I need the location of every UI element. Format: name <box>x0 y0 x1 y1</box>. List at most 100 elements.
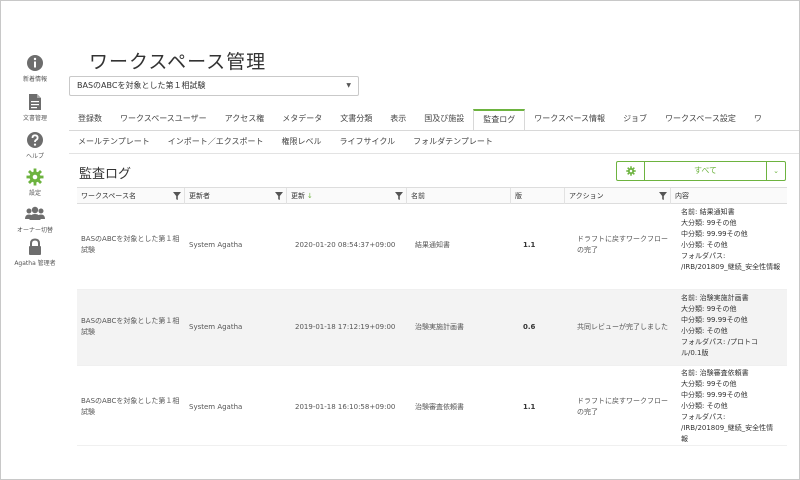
cell-name: 治験審査依頼書 <box>415 403 464 411</box>
tab-metadata[interactable]: メタデータ <box>273 109 331 131</box>
tab-folder-templates[interactable]: フォルダテンプレート <box>404 132 502 154</box>
filter-all-button[interactable]: すべて <box>645 162 767 180</box>
cell-version: 0.6 <box>523 323 536 331</box>
cell-content: 名前: 治験審査依頼書 大分類: 99その他 中分類: 99.99その他 小分類… <box>681 368 793 445</box>
cell-name: 結果通知書 <box>415 241 450 249</box>
content-line: 小分類: その他 <box>681 327 728 335</box>
content-line: 名前: 治験実施計画書 <box>681 294 749 302</box>
column-header-updated[interactable]: 更新 ↓ <box>287 188 407 204</box>
tab-divider <box>69 153 799 154</box>
tab-mail-templates[interactable]: メールテンプレート <box>69 132 159 154</box>
lock-icon <box>29 238 41 255</box>
sidebar-item-owner-switch[interactable]: オーナー切替 <box>1 205 69 234</box>
column-header-label: アクション <box>569 192 604 200</box>
content-line: 名前: 治験審査依頼書 <box>681 369 749 377</box>
tab-workspace-users[interactable]: ワークスペースユーザー <box>111 109 216 131</box>
sidebar: 新着情報 文書管理 ヘルプ 設定 オーナー切替 Agatha 管理者 <box>1 1 69 479</box>
tab-permission-levels[interactable]: 権限レベル <box>273 132 331 154</box>
gear-icon <box>26 168 44 186</box>
column-header-version[interactable]: 版 <box>511 188 565 204</box>
column-header-workspace[interactable]: ワークスペース名 <box>77 188 185 204</box>
sidebar-item-label: 新着情報 <box>22 76 47 83</box>
cell-updater: System Agatha <box>189 403 243 411</box>
filter-control: すべて ⌄ <box>616 161 786 181</box>
tab-access-rights[interactable]: アクセス権 <box>216 109 274 131</box>
tab-workspace-info[interactable]: ワークスペース情報 <box>525 109 614 131</box>
tab-lifecycle[interactable]: ライフサイクル <box>331 132 405 154</box>
column-header-name[interactable]: 名前 <box>407 188 511 204</box>
tab-workspace-settings[interactable]: ワークスペース設定 <box>656 109 745 131</box>
filter-icon[interactable] <box>395 192 403 200</box>
sidebar-item-label: Agatha 管理者 <box>14 260 56 267</box>
document-icon <box>29 94 41 110</box>
tab-divider <box>69 130 799 131</box>
sidebar-item-help[interactable]: ヘルプ <box>1 131 69 160</box>
content-line: 小分類: その他 <box>681 241 728 249</box>
cell-updater: System Agatha <box>189 241 243 249</box>
content-line: /IRB/201809_継続_安全性情報 <box>681 263 781 271</box>
column-header-label: 名前 <box>411 192 425 200</box>
filter-icon[interactable] <box>659 192 667 200</box>
users-icon <box>25 206 45 220</box>
column-header-label: ワークスペース名 <box>81 192 136 200</box>
content-line: 大分類: 99その他 <box>681 305 737 313</box>
column-header-content: 内容 <box>671 188 787 204</box>
column-header-action[interactable]: アクション <box>565 188 671 204</box>
content-line: 小分類: その他 <box>681 402 728 410</box>
tab-countries-sites[interactable]: 国及び施設 <box>415 109 473 131</box>
cell-updated: 2020-01-20 08:54:37+09:00 <box>295 241 396 249</box>
column-header-label: 版 <box>515 192 522 200</box>
tab-import-export[interactable]: インポート／エクスポート <box>159 132 273 154</box>
tab-audit-log[interactable]: 監査ログ <box>473 109 526 131</box>
content-line: 大分類: 99その他 <box>681 219 737 227</box>
cell-version: 1.1 <box>523 241 536 249</box>
column-header-updater[interactable]: 更新者 <box>185 188 287 204</box>
content-line: 報 <box>681 435 688 443</box>
cell-workspace: BASのABCを対象とした第１相試験 <box>81 235 180 254</box>
cell-workspace: BASのABCを対象とした第１相試験 <box>81 317 180 336</box>
tab-overflow[interactable]: ワ <box>745 109 771 131</box>
table-row[interactable]: BASのABCを対象とした第１相試験 System Agatha 2020-01… <box>77 204 787 290</box>
content-line: フォルダパス: /プロトコ <box>681 338 758 346</box>
cell-version: 1.1 <box>523 403 536 411</box>
table-row[interactable]: BASのABCを対象とした第１相試験 System Agatha 2019-01… <box>77 366 787 446</box>
sidebar-item-label: ヘルプ <box>25 153 44 160</box>
tab-document-classification[interactable]: 文書分類 <box>331 109 381 131</box>
content-line: 大分類: 99その他 <box>681 380 737 388</box>
page-title: ワークスペース管理 <box>89 51 267 73</box>
content-line: 名前: 結果通知書 <box>681 208 735 216</box>
table-header: ワークスペース名 更新者 更新 ↓ 名前 版 アクション 内容 <box>77 187 787 204</box>
sidebar-item-documents[interactable]: 文書管理 <box>1 93 69 122</box>
chevron-down-icon: ⌄ <box>773 167 779 175</box>
cell-action: ドラフトに戻すワークフローの完了 <box>577 235 668 254</box>
filter-settings-button[interactable] <box>617 162 645 180</box>
column-header-label: 更新者 <box>189 192 210 200</box>
section-title: 監査ログ <box>79 167 132 182</box>
cell-content: 名前: 治験実施計画書 大分類: 99その他 中分類: 99.99その他 小分類… <box>681 293 793 359</box>
tab-jobs[interactable]: ジョブ <box>614 109 656 131</box>
sidebar-item-news[interactable]: 新着情報 <box>1 54 69 83</box>
content-line: 中分類: 99.99その他 <box>681 391 748 399</box>
sidebar-item-label: 設定 <box>28 190 41 197</box>
gear-icon <box>625 166 636 176</box>
filter-icon[interactable] <box>173 192 181 200</box>
content-line: ル/0.1版 <box>681 349 709 357</box>
app-window: 新着情報 文書管理 ヘルプ 設定 オーナー切替 Agatha 管理者 ワークスペ… <box>0 0 800 480</box>
tab-display[interactable]: 表示 <box>381 109 415 131</box>
cell-updated: 2019-01-18 17:12:19+09:00 <box>295 323 396 331</box>
sort-descending-icon: ↓ <box>307 192 313 200</box>
tab-bar-primary: 登録数 ワークスペースユーザー アクセス権 メタデータ 文書分類 表示 国及び施… <box>69 109 771 131</box>
table-row[interactable]: BASのABCを対象とした第１相試験 System Agatha 2019-01… <box>77 290 787 366</box>
cell-name: 治験実施計画書 <box>415 323 464 331</box>
content-line: /IRB/201809_継続_安全性情 <box>681 424 774 432</box>
tab-registrations[interactable]: 登録数 <box>69 109 111 131</box>
filter-dropdown-toggle[interactable]: ⌄ <box>767 162 785 180</box>
filter-icon[interactable] <box>275 192 283 200</box>
sidebar-item-settings[interactable]: 設定 <box>1 168 69 197</box>
sidebar-item-admin[interactable]: Agatha 管理者 <box>1 238 69 267</box>
workspace-select[interactable]: BASのABCを対象とした第１相試験 ▼ <box>69 76 359 96</box>
content-line: フォルダパス: <box>681 413 726 421</box>
sidebar-item-label: オーナー切替 <box>16 227 53 234</box>
cell-action: 共同レビューが完了しました <box>577 323 668 331</box>
tab-bar-secondary: メールテンプレート インポート／エクスポート 権限レベル ライフサイクル フォル… <box>69 132 502 154</box>
